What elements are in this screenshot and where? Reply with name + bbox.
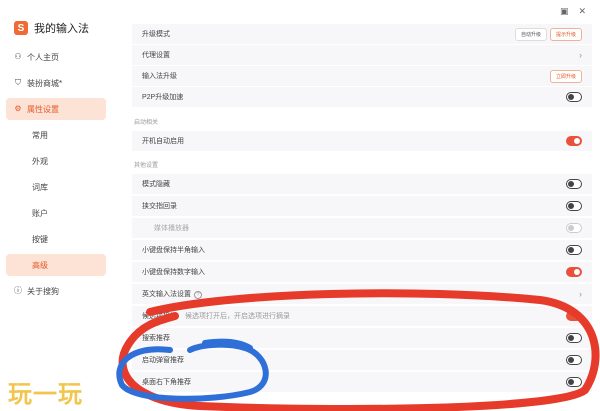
- setting-label: 小键盘保持半角输入: [142, 247, 205, 254]
- mode-hide-toggle[interactable]: [566, 179, 582, 189]
- p2p-toggle[interactable]: [566, 92, 582, 102]
- info-icon: ⓘ: [14, 286, 22, 295]
- chevron-right-icon: ›: [579, 50, 582, 60]
- setting-row-2: 挟交指回录: [132, 196, 592, 217]
- setting-row-popup-rec: 启动弹窗推荐: [132, 350, 592, 371]
- setting-row-keypad-number: 小键盘保持数字输入: [132, 262, 592, 283]
- sidebar-nav: ⚇ 个人主页 ⛉ 装扮商城* ⚙ 属性设置 常用 外观 词库 账户 按键 高级 …: [6, 46, 106, 306]
- setting-row-mode-hide: 模式隐藏: [132, 174, 592, 195]
- setting-label: 小键盘保持数字输入: [142, 269, 205, 276]
- watermark: 玩一玩: [8, 380, 83, 408]
- media-toggle[interactable]: [566, 223, 582, 233]
- window-controls: ▣ ✕: [560, 6, 586, 17]
- section-title-startup: 启动相关: [134, 120, 159, 126]
- auto-upgrade-button[interactable]: 自动升级: [514, 27, 547, 41]
- setting-row-candidate: 候选项摘录 候选项打开后，开启选项进行摘录: [132, 306, 592, 327]
- sidebar: S 我的输入法 ⚇ 个人主页 ⛉ 装扮商城* ⚙ 属性设置 常用 外观 词库 账…: [0, 0, 118, 411]
- app-logo-icon: S: [14, 21, 28, 35]
- sidebar-item-account[interactable]: 账户: [6, 202, 106, 224]
- shield-icon: ⛉: [15, 78, 21, 87]
- sidebar-item-store[interactable]: ⛉ 装扮商城*: [6, 72, 106, 94]
- setting-label: 挟交指回录: [142, 203, 177, 210]
- upgrade-now-button[interactable]: 立即升级: [549, 69, 582, 83]
- setting-label: 开机自动启用: [142, 138, 184, 145]
- setting-label: 搜索推荐: [142, 335, 170, 342]
- sidebar-item-label: 个人主页: [27, 52, 59, 62]
- setting-row-search-rec: 搜索推荐: [132, 328, 592, 349]
- setting-label: P2P升级加速: [142, 94, 184, 101]
- setting-toggle[interactable]: [566, 201, 582, 211]
- setting-row-p2p: P2P升级加速: [132, 87, 592, 108]
- sidebar-item-common[interactable]: 常用: [6, 124, 106, 146]
- candidate-toggle[interactable]: [566, 311, 582, 321]
- sidebar-item-about[interactable]: ⓘ 关于搜狗: [6, 280, 106, 302]
- setting-row-upgrade: 输入法升级 立即升级: [132, 66, 592, 87]
- sidebar-item-keys[interactable]: 按键: [6, 228, 106, 250]
- setting-row-proxy[interactable]: 代理设置 ›: [132, 45, 592, 66]
- setting-label: 模式隐藏: [142, 181, 170, 188]
- setting-label: 候选项摘录: [142, 313, 177, 320]
- sidebar-item-advanced[interactable]: 高级: [6, 254, 106, 276]
- keypad-number-toggle[interactable]: [566, 267, 582, 277]
- setting-row-english[interactable]: 英文输入法设置? ›: [132, 284, 592, 305]
- setting-row-keypad-half: 小键盘保持半角输入: [132, 240, 592, 261]
- search-rec-toggle[interactable]: [566, 333, 582, 343]
- close-icon[interactable]: ✕: [578, 6, 586, 17]
- desktop-rec-toggle[interactable]: [566, 377, 582, 387]
- app-title: 我的输入法: [34, 23, 89, 35]
- settings-icon: ⚙: [14, 104, 22, 113]
- autostart-toggle[interactable]: [566, 136, 582, 146]
- popup-rec-toggle[interactable]: [566, 355, 582, 365]
- restore-icon[interactable]: ▣: [560, 6, 569, 17]
- sidebar-item-label: 属性设置: [27, 104, 59, 114]
- setting-label: 英文输入法设置: [142, 291, 191, 298]
- chevron-right-icon: ›: [579, 289, 582, 299]
- setting-row-media: 媒体播放器: [132, 218, 592, 239]
- app-brand: S 我的输入法: [14, 20, 89, 36]
- setting-label: 代理设置: [142, 52, 170, 59]
- sidebar-item-dictionary[interactable]: 词库: [6, 176, 106, 198]
- setting-row-upgrade-mode: 升级模式 自动升级 提示升级: [132, 24, 592, 45]
- setting-row-desktop-rec: 桌面右下角推荐: [132, 372, 592, 393]
- setting-row-autostart: 开机自动启用: [132, 131, 592, 152]
- user-icon: ⚇: [14, 52, 22, 61]
- sidebar-item-label: 装扮商城*: [27, 78, 63, 88]
- setting-label: 桌面右下角推荐: [142, 379, 191, 386]
- setting-label: 媒体播放器: [154, 225, 189, 232]
- sidebar-item-settings[interactable]: ⚙ 属性设置: [6, 98, 106, 120]
- setting-label: 输入法升级: [142, 73, 177, 80]
- settings-panel: ▣ ✕ 升级模式 自动升级 提示升级 代理设置 › 输入法升级 立即升级 P2P…: [132, 0, 592, 411]
- sidebar-item-label: 关于搜狗: [27, 286, 59, 296]
- setting-label: 启动弹窗推荐: [142, 357, 184, 364]
- sidebar-item-profile[interactable]: ⚇ 个人主页: [6, 46, 106, 68]
- help-icon[interactable]: ?: [194, 291, 202, 299]
- prompt-upgrade-button[interactable]: 提示升级: [549, 27, 582, 41]
- section-title-other: 其他设置: [134, 163, 159, 169]
- keypad-half-toggle[interactable]: [566, 245, 582, 255]
- setting-label: 升级模式: [142, 31, 170, 38]
- setting-note: 候选项打开后，开启选项进行摘录: [184, 313, 290, 320]
- sidebar-item-appearance[interactable]: 外观: [6, 150, 106, 172]
